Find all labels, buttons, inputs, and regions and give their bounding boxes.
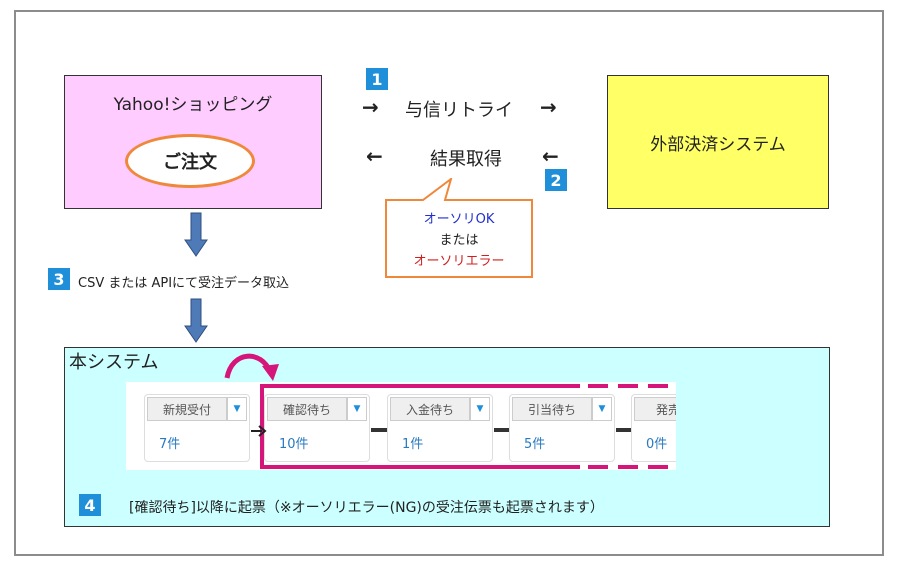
step4-label: [確認待ち]以降に起票（※オーソリエラー(NG)の受注伝票も起票されます） — [129, 500, 604, 516]
highlight-overlay — [224, 353, 673, 469]
step4-badge: 4 — [79, 494, 101, 516]
